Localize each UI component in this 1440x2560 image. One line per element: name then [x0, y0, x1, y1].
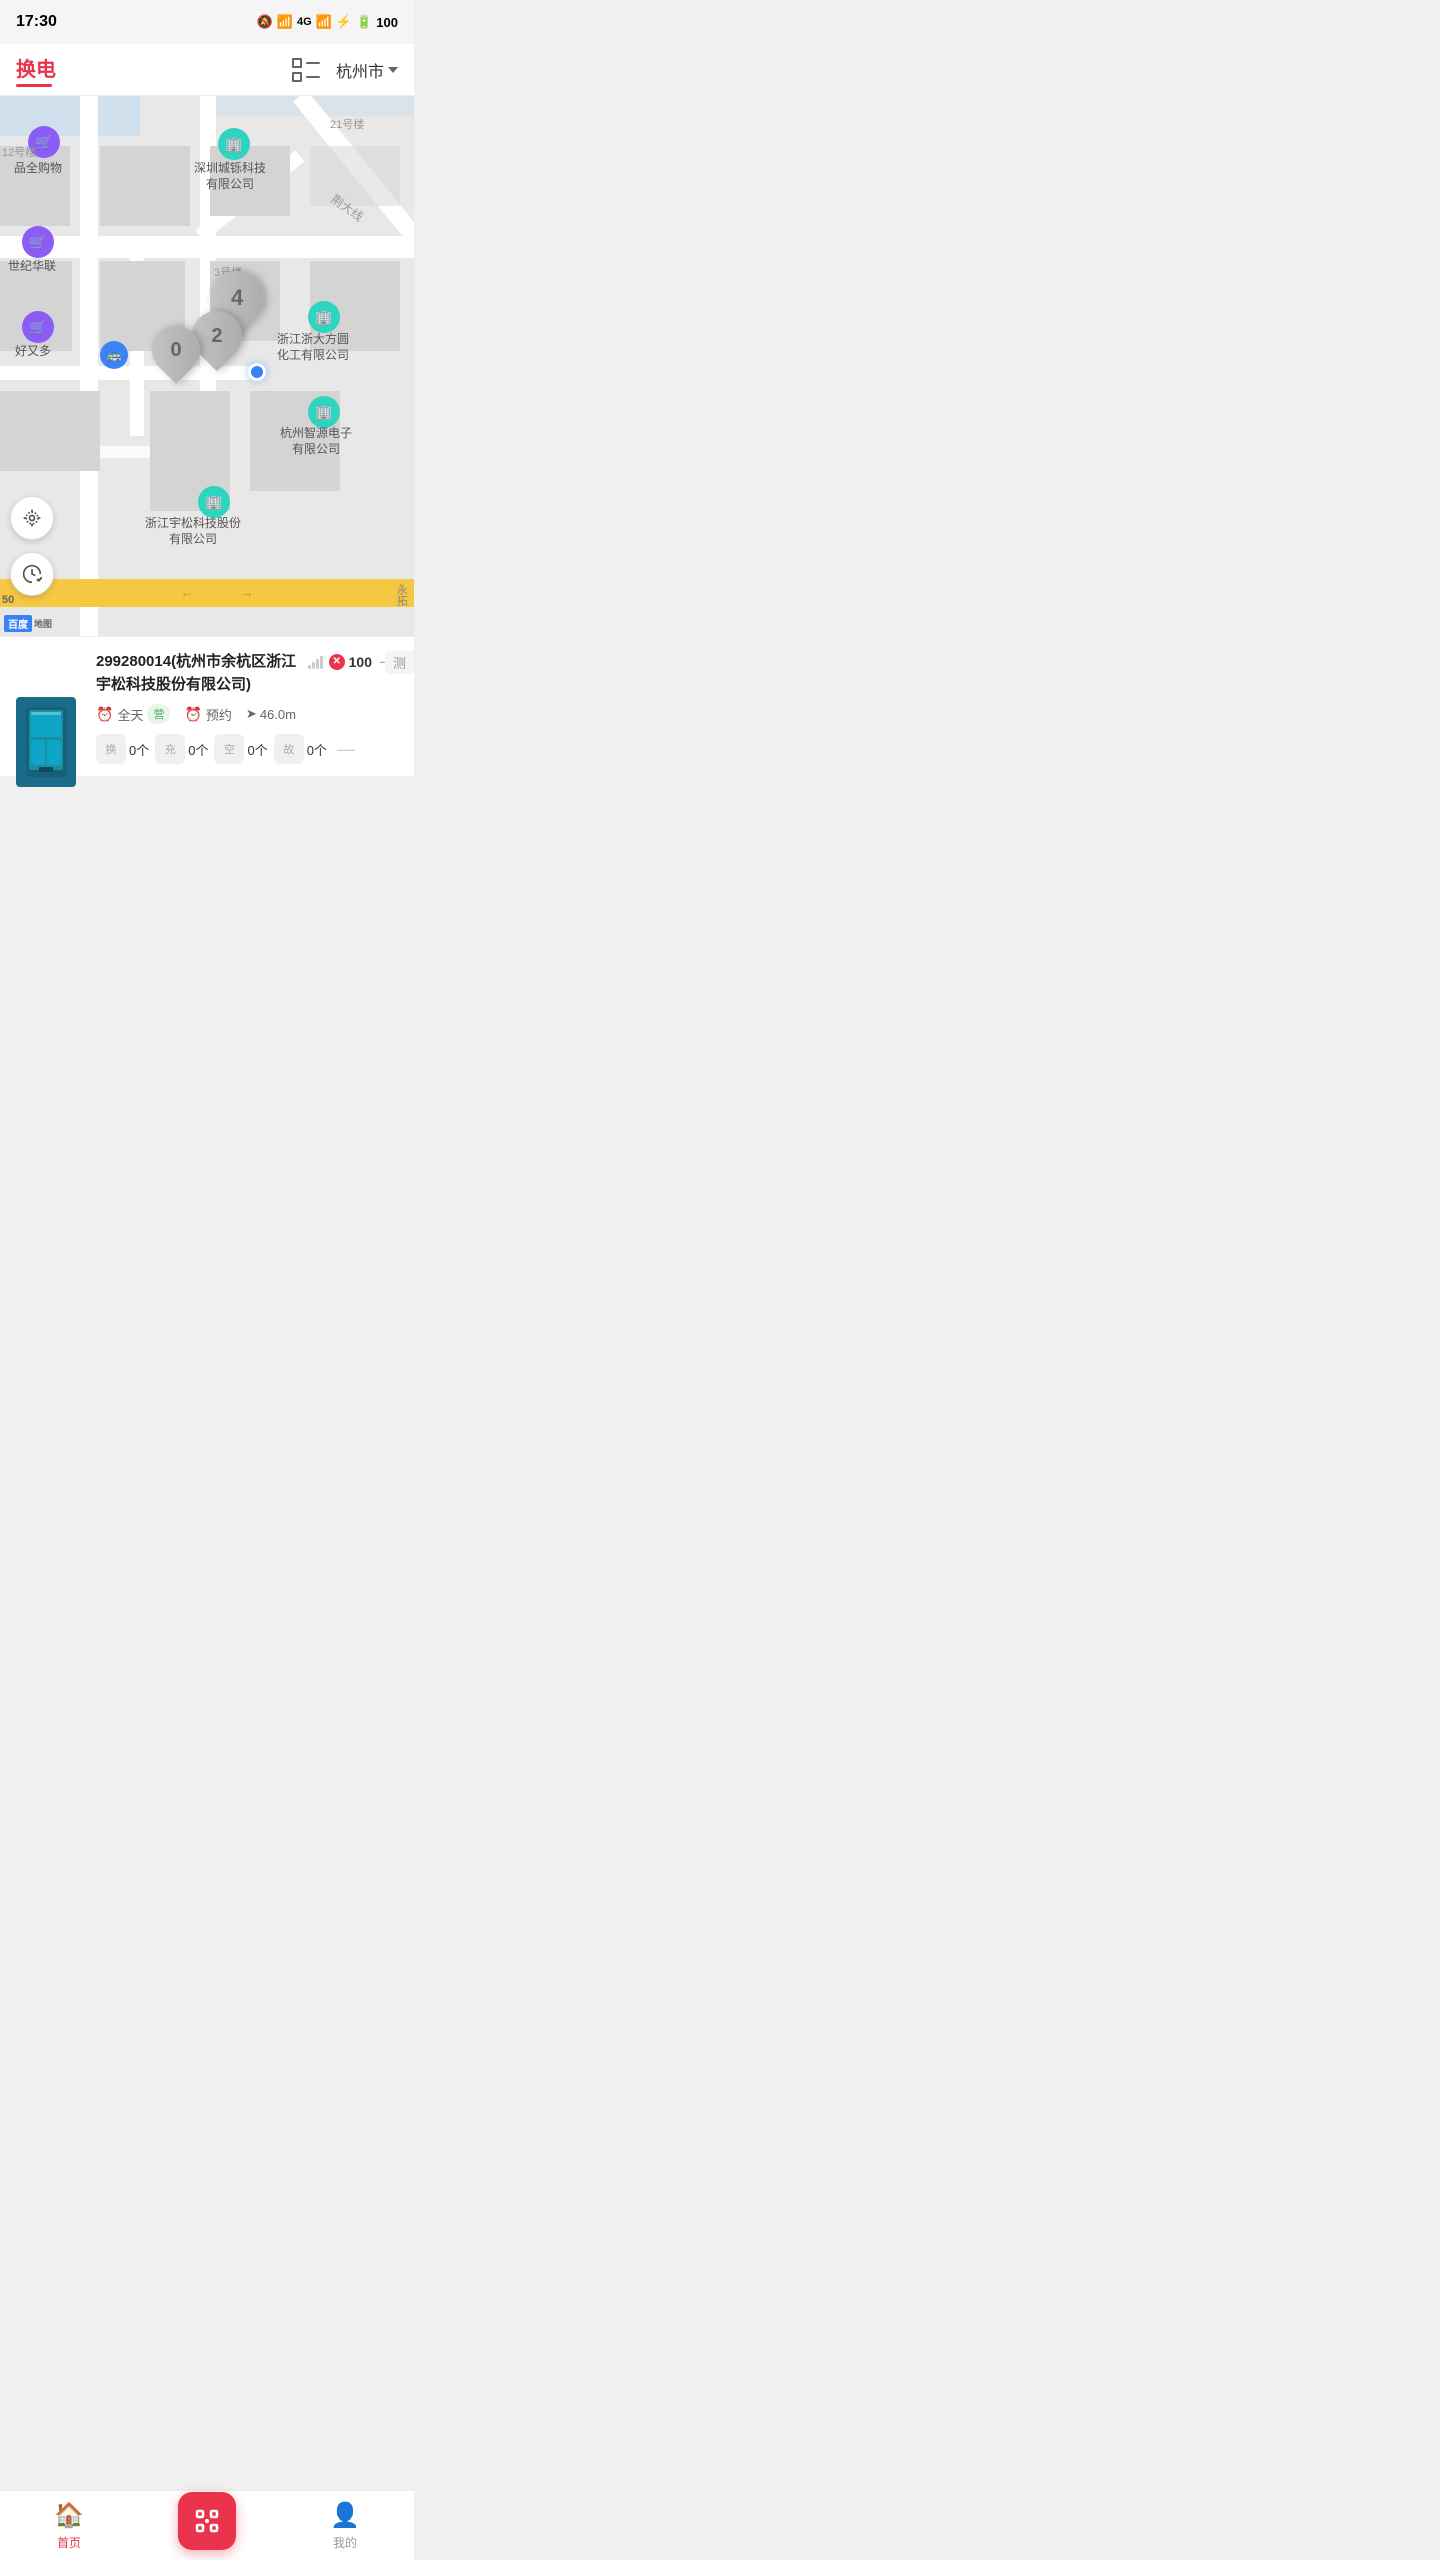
station-image [16, 697, 76, 787]
nav-scan-wrap [138, 2492, 276, 2560]
hours-info: ⏰ 全天 营 [96, 704, 170, 724]
baidu-watermark: 百度 地图 [4, 615, 52, 632]
status-bar: 17:30 🔕 📶 4G 📶 ⚡ 🔋 100 [0, 0, 414, 44]
poi-shijihualian[interactable]: 🛒 [22, 226, 54, 258]
user-icon: 👤 [330, 2501, 360, 2530]
survey-tag[interactable]: 测 [385, 651, 414, 674]
nav-home[interactable]: 🏠 首页 [0, 2501, 138, 2551]
header: 换电 杭州市 [0, 44, 414, 96]
label-yongtuo: 永拓 [394, 584, 408, 606]
grid-sq-2 [292, 72, 302, 82]
city-selector-button[interactable]: 杭州市 [336, 58, 398, 82]
station-id-address: 299280014(杭州市余杭区浙江宇松科技股份有限公司) [96, 651, 300, 696]
nav-mine[interactable]: 👤 我的 [276, 2501, 414, 2551]
svg-text:←: ← [180, 584, 194, 600]
poi-yusong-building[interactable]: 🏢 [198, 486, 230, 518]
page-title: 换电 [16, 53, 56, 82]
clock-icon: ⏰ [96, 706, 113, 723]
battery-level: 100 [376, 15, 398, 30]
distance-info: ➤ 46.0m [246, 706, 296, 722]
chevron-down-icon [388, 67, 398, 73]
network-4g-icon: 4G [297, 16, 312, 28]
wifi-icon: 📶 [277, 14, 293, 30]
poi-zhejiangzheda[interactable]: 🏢 [308, 301, 340, 333]
station-card: 299280014(杭州市余杭区浙江宇松科技股份有限公司) ✕ 100 — ⏰ [0, 636, 414, 776]
label-shenzhenchengshuoke: 深圳城铄科技有限公司 [194, 161, 266, 192]
label-shijihualian: 世纪华联 [8, 259, 56, 275]
signal-icon: 📶 [316, 14, 332, 30]
label-21lou: 21号楼 [330, 118, 364, 132]
silent-icon: 🔕 [257, 14, 273, 30]
poi-haoyouduo[interactable]: 🛒 [22, 311, 54, 343]
city-name: 杭州市 [336, 58, 384, 82]
location-button[interactable] [10, 496, 54, 540]
history-button[interactable] [10, 552, 54, 596]
header-right: 杭州市 [292, 56, 398, 84]
reserve-info: ⏰ 预约 [184, 705, 231, 724]
grid-sq-1 [292, 58, 302, 68]
open-tag: 营 [147, 704, 170, 724]
label-haoyouduo: 好又多 [15, 344, 51, 360]
bottom-nav: 🏠 首页 👤 我的 [0, 2490, 414, 2560]
signal-error-badge: ✕ [329, 654, 345, 670]
slot-故: 故 0个 [274, 734, 327, 764]
svg-text:→: → [240, 584, 254, 600]
label-zhejiangzheda: 浙江浙大方圆化工有限公司 [277, 332, 349, 363]
label-pinquangouwu: 品全购物 [14, 161, 62, 177]
slot-换: 换 0个 [96, 734, 149, 764]
poi-shenzhenchengshuoke[interactable]: 🏢 [218, 128, 250, 160]
header-title-wrap: 换电 [16, 53, 56, 87]
home-icon: 🏠 [54, 2501, 84, 2530]
nav-mine-label: 我的 [333, 2534, 357, 2551]
card-info-row: ⏰ 全天 营 ⏰ 预约 ➤ 46.0m [96, 704, 398, 724]
poi-hangzhouzhy[interactable]: 🏢 [308, 396, 340, 428]
label-yusong: 浙江宇松科技股份有限公司 [145, 516, 241, 547]
battery-icon: 🔋 [356, 14, 372, 30]
slot-空: 空 0个 [214, 734, 267, 764]
label-12lou: 12号楼 [2, 146, 36, 160]
signal-value: 100 [349, 654, 372, 670]
scale-label: 50 [2, 594, 14, 606]
status-icons: 🔕 📶 4G 📶 ⚡ 🔋 100 [257, 14, 398, 30]
grid-line-1 [306, 62, 320, 64]
map-area[interactable]: ← → 荆大线 🛒 品全购物 🛒 世纪华联 🛒 好又多 🏢 深圳城铄科技有限公司… [0, 96, 414, 636]
label-hangzhouzhy: 杭州智源电子有限公司 [280, 426, 352, 457]
status-time: 17:30 [16, 13, 57, 31]
current-location-dot [248, 363, 266, 381]
map-pin-0[interactable]: 0 [152, 326, 200, 382]
grid-list-button[interactable] [292, 56, 320, 84]
charging-icon: ⚡ [336, 14, 352, 30]
scan-button[interactable] [178, 2492, 236, 2550]
title-underline [16, 84, 52, 87]
clock2-icon: ⏰ [184, 706, 201, 723]
slots-row: 换 0个 充 0个 空 0个 故 0个 — [96, 734, 398, 764]
navigation-icon: ➤ [246, 706, 257, 722]
slot-dash: — [337, 739, 355, 760]
poi-bus-stop[interactable]: 🚌 [100, 341, 128, 369]
grid-line-2 [306, 76, 320, 78]
slot-充: 充 0个 [155, 734, 208, 764]
nav-home-label: 首页 [57, 2534, 81, 2551]
